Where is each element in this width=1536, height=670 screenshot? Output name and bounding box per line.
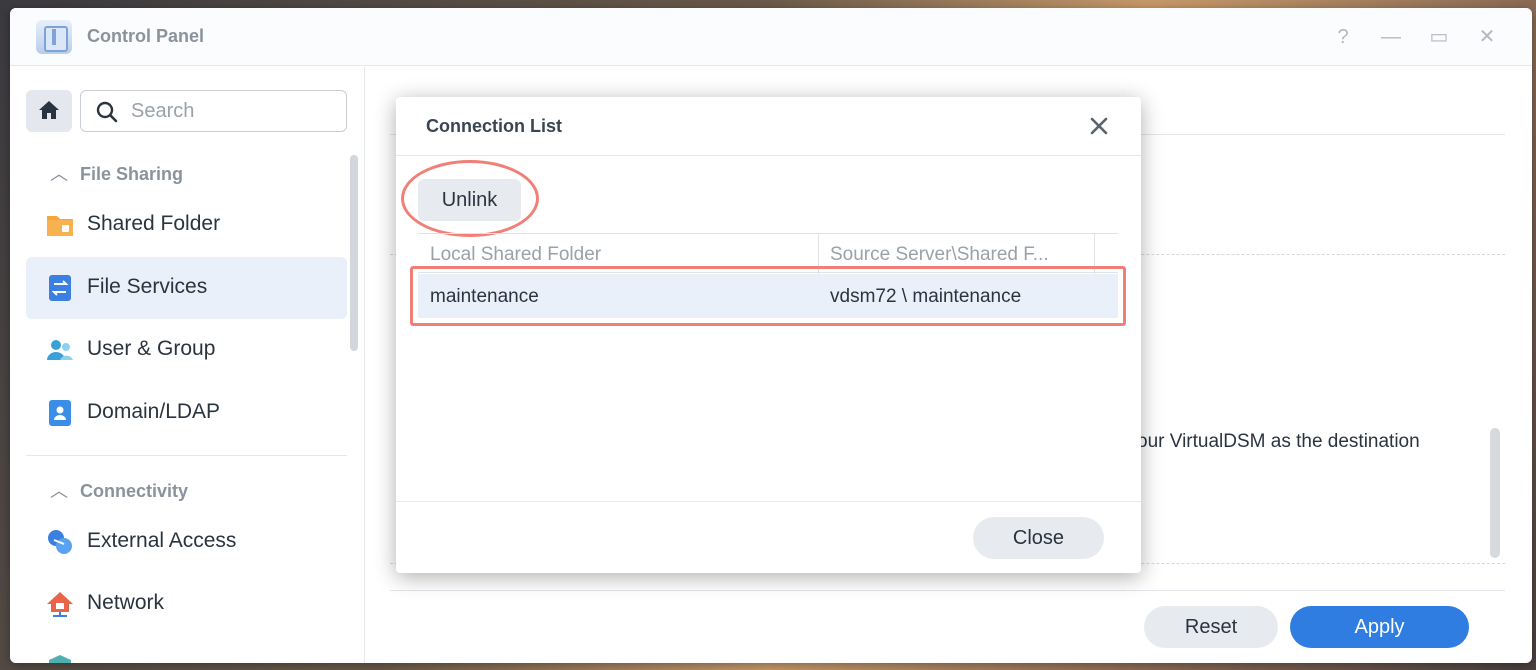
dialog-footer-divider (396, 501, 1141, 502)
file-services-icon (49, 275, 71, 301)
footer-divider (390, 590, 1505, 591)
network-icon (47, 592, 73, 617)
section-connectivity[interactable]: ︿ Connectivity (50, 477, 188, 503)
title-bar: Control Panel ? — ▭ ✕ (10, 8, 1532, 66)
main-scrollbar[interactable] (1490, 428, 1500, 558)
minimize-icon[interactable]: — (1376, 22, 1406, 52)
highlight-ring (401, 160, 539, 237)
dialog-header-divider (396, 155, 1141, 156)
sidebar-item-partial[interactable] (26, 635, 347, 663)
window-title: Control Panel (87, 26, 205, 46)
security-icon (49, 655, 71, 663)
connection-list-dialog: Connection List Unlink Local Shared Fold… (396, 97, 1141, 573)
help-icon[interactable]: ? (1328, 22, 1358, 52)
search-icon (96, 101, 118, 123)
highlight-box (410, 266, 1126, 326)
close-button[interactable]: Close (973, 517, 1104, 559)
folder-icon (47, 216, 73, 236)
sidebar-item-domain-ldap[interactable]: Domain/LDAP (26, 382, 347, 444)
home-button[interactable] (26, 90, 72, 132)
search-field[interactable] (80, 90, 347, 132)
column-local-shared-folder[interactable]: Local Shared Folder (430, 244, 810, 266)
reset-button[interactable]: Reset (1144, 606, 1278, 648)
sidebar-item-user-group[interactable]: User & Group (26, 319, 347, 381)
sidebar-divider (26, 455, 347, 456)
chevron-up-icon: ︿ (50, 481, 68, 501)
description-text: our VirtualDSM as the destination (1137, 431, 1420, 452)
chevron-up-icon: ︿ (50, 164, 68, 184)
user-group-icon (47, 340, 73, 360)
external-access-icon (48, 530, 72, 554)
maximize-icon[interactable]: ▭ (1424, 22, 1454, 52)
apply-button[interactable]: Apply (1290, 606, 1469, 648)
sidebar-item-shared-folder[interactable]: Shared Folder (26, 194, 347, 256)
column-source-server[interactable]: Source Server\Shared F... (830, 244, 1092, 266)
close-window-icon[interactable]: ✕ (1472, 22, 1502, 52)
dialog-title: Connection List (426, 116, 562, 136)
close-icon[interactable] (1086, 113, 1112, 139)
sidebar-item-file-services[interactable]: File Services (26, 257, 347, 319)
section-file-sharing[interactable]: ︿ File Sharing (50, 160, 183, 186)
sidebar-scrollbar[interactable] (350, 155, 358, 351)
search-input[interactable] (131, 99, 331, 123)
sidebar-item-external-access[interactable]: External Access (26, 511, 347, 573)
sidebar-item-network[interactable]: Network (26, 573, 347, 635)
control-panel-icon (36, 20, 72, 54)
home-icon (39, 101, 59, 119)
domain-ldap-icon (49, 400, 71, 426)
sidebar: ︿File Sharing Shared Folder File Service… (10, 67, 365, 663)
